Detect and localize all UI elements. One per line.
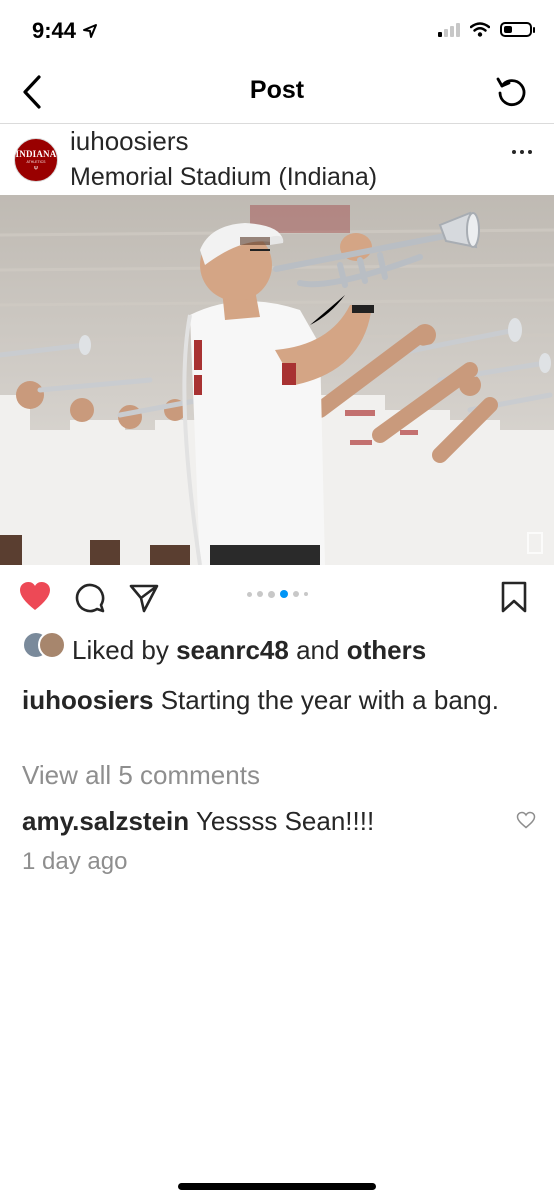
page-title: Post	[249, 76, 305, 104]
marching-band-photo	[0, 195, 554, 565]
carousel-dot	[246, 591, 252, 597]
more-horizontal-icon	[512, 150, 516, 154]
paper-plane-icon	[129, 584, 159, 613]
carousel-dot-active	[279, 590, 288, 598]
liked-by-user[interactable]: seanrc48	[176, 635, 289, 665]
post-caption: iuhoosiers Starting the year with a bang…	[22, 682, 522, 718]
caption-text: Starting the year with a bang.	[160, 685, 499, 715]
wifi-icon	[470, 22, 490, 37]
comment-icon	[75, 583, 105, 613]
home-indicator[interactable]	[178, 1183, 376, 1190]
caption-username[interactable]: iuhoosiers	[22, 685, 153, 715]
carousel-dot	[292, 591, 299, 597]
refresh-button[interactable]	[494, 74, 530, 110]
liked-by-text[interactable]: Liked by seanrc48 and others	[72, 635, 426, 666]
comment-like-button[interactable]	[516, 811, 536, 829]
share-button[interactable]	[128, 582, 160, 614]
avatar	[38, 631, 66, 659]
nav-divider	[0, 123, 554, 124]
battery-icon	[500, 22, 535, 37]
avatar-logo-subtext: ATHLETICS	[26, 159, 46, 164]
comment-row: amy.salzstein Yessss Sean!!!!	[22, 806, 374, 837]
post-username[interactable]: iuhoosiers	[70, 126, 189, 157]
comment-button[interactable]	[74, 582, 106, 614]
more-options-button[interactable]	[512, 150, 532, 154]
carousel-indicator	[0, 590, 554, 598]
clock-text: 9:44	[32, 18, 77, 43]
save-button[interactable]	[498, 580, 530, 614]
liked-by-avatars[interactable]	[22, 631, 66, 659]
cellular-signal-icon	[438, 22, 460, 37]
post-location[interactable]: Memorial Stadium (Indiana)	[70, 163, 377, 192]
profile-avatar[interactable]: INDIANA ATHLETICS Ψ	[14, 138, 58, 182]
refresh-icon	[496, 77, 526, 106]
carousel-dot	[303, 592, 308, 596]
carousel-dot	[256, 591, 263, 597]
liked-by-prefix: Liked by	[72, 635, 169, 665]
avatar-logo-text: INDIANA	[15, 148, 57, 159]
iu-trident-icon: Ψ	[33, 165, 39, 172]
status-bar-indicators	[438, 22, 535, 37]
heart-outline-icon	[516, 811, 536, 829]
post-photo[interactable]	[0, 195, 554, 565]
location-arrow-icon	[83, 24, 98, 38]
carousel-dot	[267, 590, 275, 598]
bookmark-icon	[501, 581, 527, 613]
view-all-comments-link[interactable]: View all 5 comments	[22, 760, 260, 791]
status-bar-time: 9:44	[32, 18, 98, 44]
post-timestamp: 1 day ago	[22, 848, 128, 875]
comment-username[interactable]: amy.salzstein	[22, 806, 189, 836]
liked-by-others[interactable]: others	[347, 635, 426, 665]
comment-text: Yessss Sean!!!!	[195, 806, 375, 836]
liked-by-joiner: and	[296, 635, 340, 665]
